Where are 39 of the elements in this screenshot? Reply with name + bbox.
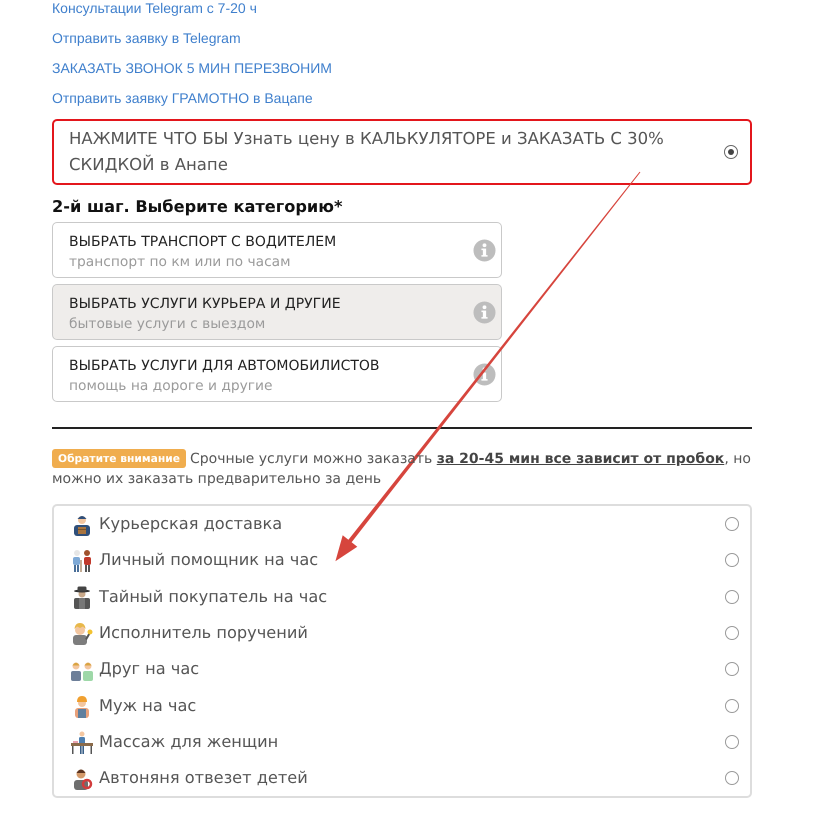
service-label[interactable]: Личный помощник на час	[99, 549, 318, 572]
service-label[interactable]: Курьерская доставка	[99, 513, 282, 536]
category-option[interactable]: ВЫБРАТЬ УСЛУГИ ДЛЯ АВТОМОБИЛИСТОВ помощь на дороге и другие	[52, 346, 502, 402]
category-title: ВЫБРАТЬ УСЛУГИ КУРЬЕРА И ДРУГИЕ	[69, 295, 341, 314]
text-link[interactable]: Отправить заявку ГРАМОТНО в Вацапе	[52, 90, 313, 106]
text-link[interactable]: Отправить заявку в Telegram	[52, 30, 241, 46]
category-title: ВЫБРАТЬ УСЛУГИ ДЛЯ АВТОМОБИЛИСТОВ	[69, 357, 380, 376]
category-subtitle: бытовые услуги с выездом	[69, 315, 266, 334]
category-subtitle: транспорт по км или по часам	[69, 253, 291, 272]
service-label[interactable]: Муж на час	[99, 694, 196, 717]
category-option[interactable]: ВЫБРАТЬ УСЛУГИ КУРЬЕРА И ДРУГИЕ бытовые услуги с выездом	[52, 284, 502, 340]
radio-button[interactable]	[725, 698, 739, 713]
calculator-option[interactable]: НАЖМИТЕ ЧТО БЫ Узнать цену в КАЛЬКУЛЯТОРЕ и ЗАКАЗАТЬ С 30% СКИДКОЙ в Анапе	[52, 119, 752, 185]
service-label[interactable]: Тайный покупатель на час	[99, 586, 328, 608]
category-subtitle: помощь на дороге и другие	[69, 377, 273, 396]
category-option[interactable]: ВЫБРАТЬ ТРАНСПОРТ С ВОДИТЕЛЕМ транспорт по км или по часам	[52, 222, 502, 278]
person-at-table-icon	[70, 730, 94, 754]
section-heading: 2-й шаг. Выберите категорию*	[52, 196, 342, 218]
option-label: НАЖМИТЕ ЧТО БЫ Узнать цену в КАЛЬКУЛЯТОРЕ и ЗАКАЗАТЬ С 30% СКИДКОЙ в Анапе	[69, 128, 665, 176]
radio-button[interactable]	[724, 145, 738, 159]
text-link[interactable]: Консультации Telegram с 7-20 ч	[52, 0, 257, 16]
radio-button[interactable]	[725, 553, 739, 568]
info-icon[interactable]	[473, 238, 496, 262]
radio-button[interactable]	[725, 590, 739, 604]
info-icon[interactable]	[473, 300, 496, 324]
service-label[interactable]: Друг на час	[99, 658, 200, 680]
radio-button[interactable]	[725, 771, 739, 786]
radio-button[interactable]	[725, 517, 739, 532]
radio-button[interactable]	[725, 734, 739, 749]
radio-button[interactable]	[725, 626, 739, 640]
category-title: ВЫБРАТЬ ТРАНСПОРТ С ВОДИТЕЛЕМ	[69, 233, 336, 252]
text-link[interactable]: ЗАКАЗАТЬ ЗВОНОК 5 МИН ПЕРЕЗВОНИМ	[52, 60, 332, 76]
two-people-icon	[70, 548, 94, 572]
radio-button[interactable]	[725, 662, 739, 676]
service-label[interactable]: Массаж для женщин	[99, 730, 278, 753]
service-label[interactable]: Автоняня отвезет детей	[99, 767, 308, 790]
notice-badge: Обратите внимание	[52, 449, 186, 468]
person-with-tool-icon	[70, 621, 94, 646]
service-label[interactable]: Исполнитель поручений	[99, 622, 308, 644]
